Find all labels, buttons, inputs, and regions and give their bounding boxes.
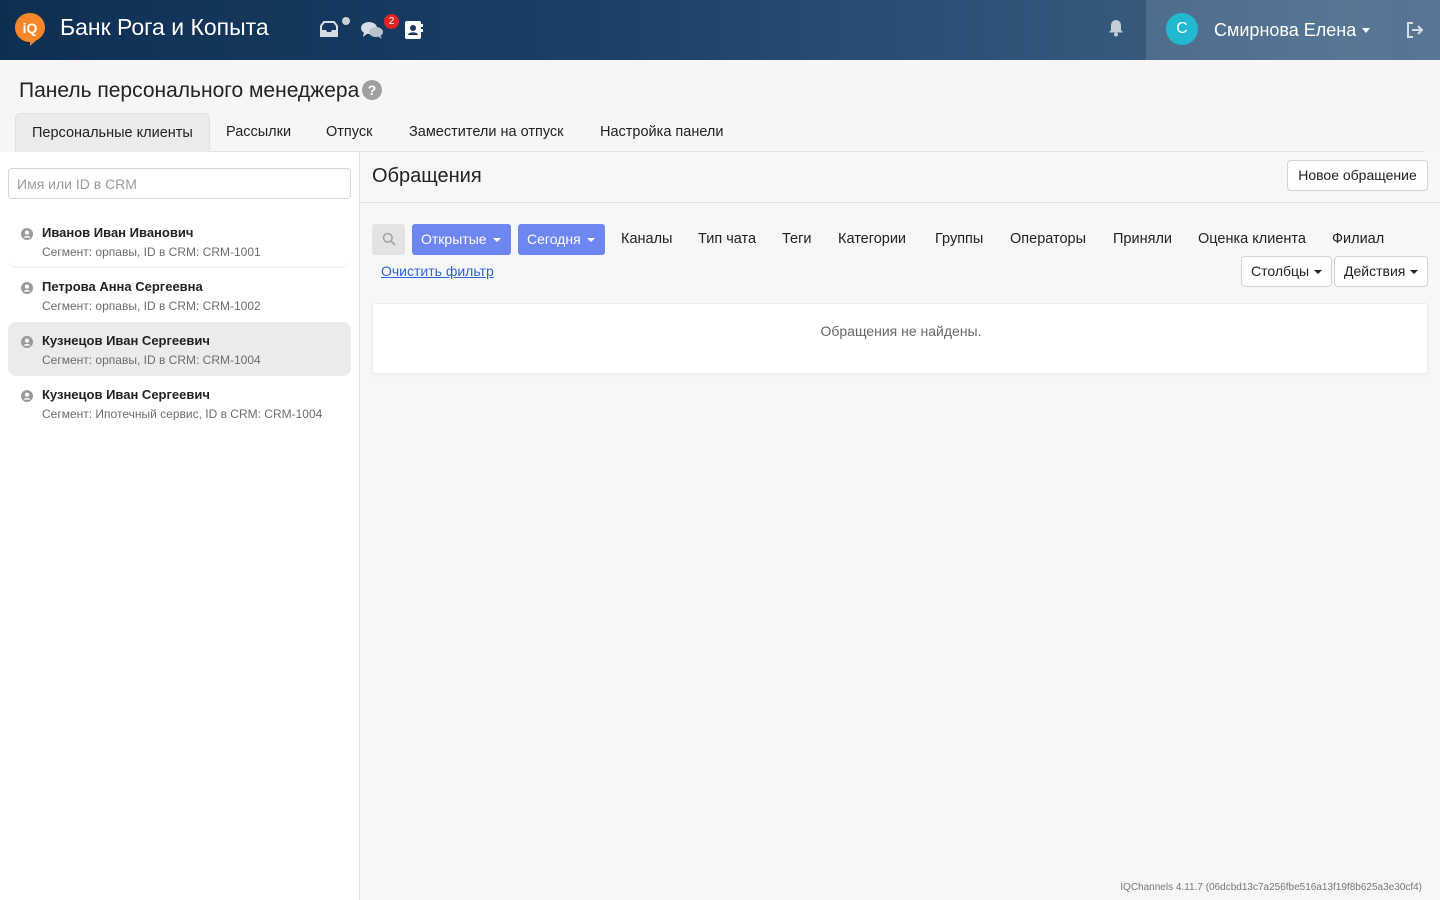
clear-filter-link[interactable]: Очистить фильтр (381, 263, 494, 279)
bell-icon[interactable] (1108, 19, 1124, 37)
chevron-down-icon (1314, 270, 1323, 274)
filter-tags[interactable]: Теги (782, 224, 812, 255)
status-filter-dropdown[interactable]: Открытые (412, 224, 511, 255)
tab-personal-clients[interactable]: Персональные клиенты (15, 113, 210, 153)
appeals-title: Обращения (372, 165, 482, 187)
inbox-icon[interactable] (317, 18, 341, 42)
avatar: С (1166, 13, 1198, 45)
client-segment: Сегмент: орпавы, ID в CRM: CRM-1002 (42, 299, 261, 313)
client-name: Петрова Анна Сергеевна (42, 279, 203, 294)
columns-dropdown[interactable]: Столбцы (1241, 256, 1333, 287)
client-segment: Сегмент: орпавы, ID в CRM: CRM-1001 (42, 245, 261, 259)
logout-icon (1407, 22, 1424, 38)
client-item[interactable]: Кузнецов Иван Сергеевич Сегмент: Ипотечн… (8, 376, 351, 430)
client-segment: Сегмент: орпавы, ID в CRM: CRM-1004 (42, 353, 261, 367)
filter-search-button[interactable] (372, 224, 405, 255)
inbox-dot-badge (342, 17, 350, 25)
user-menu[interactable]: С Смирнова Елена (1146, 0, 1390, 60)
client-name: Кузнецов Иван Сергеевич (42, 333, 210, 348)
columns-label: Столбцы (1251, 263, 1310, 279)
chat-icon[interactable] (360, 18, 384, 42)
client-name: Кузнецов Иван Сергеевич (42, 387, 210, 402)
filter-categories[interactable]: Категории (838, 224, 906, 255)
client-list-panel: Иванов Иван Иванович Сегмент: орпавы, ID… (0, 152, 360, 900)
tab-vacation-deputies[interactable]: Заместители на отпуск (393, 113, 580, 152)
client-segment: Сегмент: Ипотечный сервис, ID в CRM: CRM… (42, 407, 323, 421)
user-name: Смирнова Елена (1214, 20, 1357, 40)
divider (360, 202, 1440, 203)
filter-channels[interactable]: Каналы (621, 224, 672, 255)
chevron-down-icon (1362, 28, 1370, 33)
client-item[interactable]: Иванов Иван Иванович Сегмент: орпавы, ID… (8, 214, 351, 268)
chat-count-badge: 2 (384, 14, 399, 29)
actions-label: Действия (1344, 263, 1406, 279)
logout-button[interactable] (1390, 0, 1440, 60)
client-item-selected[interactable]: Кузнецов Иван Сергеевич Сегмент: орпавы,… (8, 322, 351, 376)
tab-vacation[interactable]: Отпуск (310, 113, 388, 152)
appeals-panel: Обращения Новое обращение Открытые Сегод… (360, 152, 1440, 900)
svg-text:iQ: iQ (23, 20, 38, 36)
chevron-down-icon (586, 238, 595, 242)
user-icon (21, 228, 33, 240)
version-info: IQChannels 4.11.7 (06dcbd13c7a256fbe516a… (1120, 882, 1422, 893)
client-search-input[interactable] (8, 168, 351, 199)
client-item[interactable]: Петрова Анна Сергеевна Сегмент: орпавы, … (8, 268, 351, 322)
top-bar: iQ Банк Рога и Копыта 2 С Смирнова Елена (0, 0, 1440, 60)
actions-dropdown[interactable]: Действия (1334, 256, 1429, 287)
iq-logo[interactable]: iQ (14, 12, 46, 46)
tab-bar: Персональные клиенты Рассылки Отпуск Зам… (15, 113, 1425, 153)
brand-name[interactable]: Банк Рога и Копыта (60, 14, 269, 41)
empty-state-text: Обращения не найдены. (820, 323, 982, 339)
period-filter-label: Сегодня (527, 231, 581, 247)
search-icon (382, 232, 396, 246)
filter-accepted[interactable]: Приняли (1113, 224, 1172, 255)
contacts-icon[interactable] (402, 18, 426, 42)
chevron-down-icon (492, 238, 501, 242)
filter-client-rating[interactable]: Оценка клиента (1198, 224, 1306, 255)
period-filter-dropdown[interactable]: Сегодня (518, 224, 605, 255)
filter-chat-type[interactable]: Тип чата (698, 224, 756, 255)
chevron-down-icon (1410, 270, 1419, 274)
help-icon[interactable]: ? (362, 80, 382, 100)
appeals-list: Обращения не найдены. (372, 303, 1428, 374)
filter-branch[interactable]: Филиал (1332, 224, 1384, 255)
new-appeal-button[interactable]: Новое обращение (1287, 160, 1428, 191)
filter-groups[interactable]: Группы (935, 224, 983, 255)
user-icon (21, 282, 33, 294)
client-name: Иванов Иван Иванович (42, 225, 194, 240)
tab-mailings[interactable]: Рассылки (210, 113, 307, 152)
filter-operators[interactable]: Операторы (1010, 224, 1086, 255)
tab-panel-settings[interactable]: Настройка панели (584, 113, 739, 152)
page-title: Панель персонального менеджера (19, 79, 360, 102)
status-filter-label: Открытые (421, 231, 487, 247)
user-icon (21, 336, 33, 348)
user-icon (21, 390, 33, 402)
